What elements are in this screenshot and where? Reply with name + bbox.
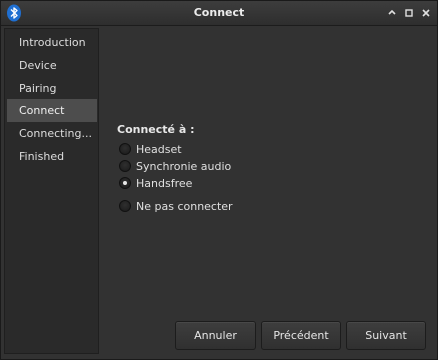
radio-label: Synchronie audio — [136, 159, 232, 173]
radio-option-handsfree[interactable]: Handsfree — [119, 175, 192, 191]
cancel-button[interactable]: Annuler — [175, 321, 256, 350]
sidebar-item-pairing[interactable]: Pairing — [7, 77, 97, 100]
radio-option-headset[interactable]: Headset — [119, 141, 182, 157]
radio-label: Ne pas connecter — [136, 199, 233, 213]
previous-button[interactable]: Précédent — [261, 321, 341, 350]
sidebar-item-connect[interactable]: Connect — [7, 99, 97, 122]
radio-label: Headset — [136, 142, 182, 156]
radio-button[interactable] — [119, 160, 131, 172]
radio-option-audio-sink[interactable]: Synchronie audio — [119, 158, 231, 174]
assistant-window: Connect Introduction Device Pairing Conn… — [0, 0, 438, 360]
next-button[interactable]: Suivant — [346, 321, 426, 350]
sidebar-item-connecting[interactable]: Connecting... — [7, 122, 97, 145]
sidebar: Introduction Device Pairing Connect Conn… — [4, 28, 99, 354]
window-title: Connect — [193, 6, 245, 19]
radio-option-do-not-connect[interactable]: Ne pas connecter — [119, 198, 233, 214]
maximize-icon[interactable] — [402, 6, 416, 20]
radio-button-selected[interactable] — [119, 177, 131, 189]
radio-button[interactable] — [119, 200, 131, 212]
minimize-icon[interactable] — [385, 6, 399, 20]
radio-label: Handsfree — [136, 176, 193, 190]
sidebar-item-finished[interactable]: Finished — [7, 145, 97, 168]
sidebar-item-device[interactable]: Device — [7, 54, 97, 77]
sidebar-item-introduction[interactable]: Introduction — [7, 31, 97, 54]
connect-to-heading: Connecté à : — [117, 123, 195, 136]
titlebar[interactable]: Connect — [1, 1, 437, 26]
close-icon[interactable] — [419, 6, 433, 20]
radio-button[interactable] — [119, 143, 131, 155]
